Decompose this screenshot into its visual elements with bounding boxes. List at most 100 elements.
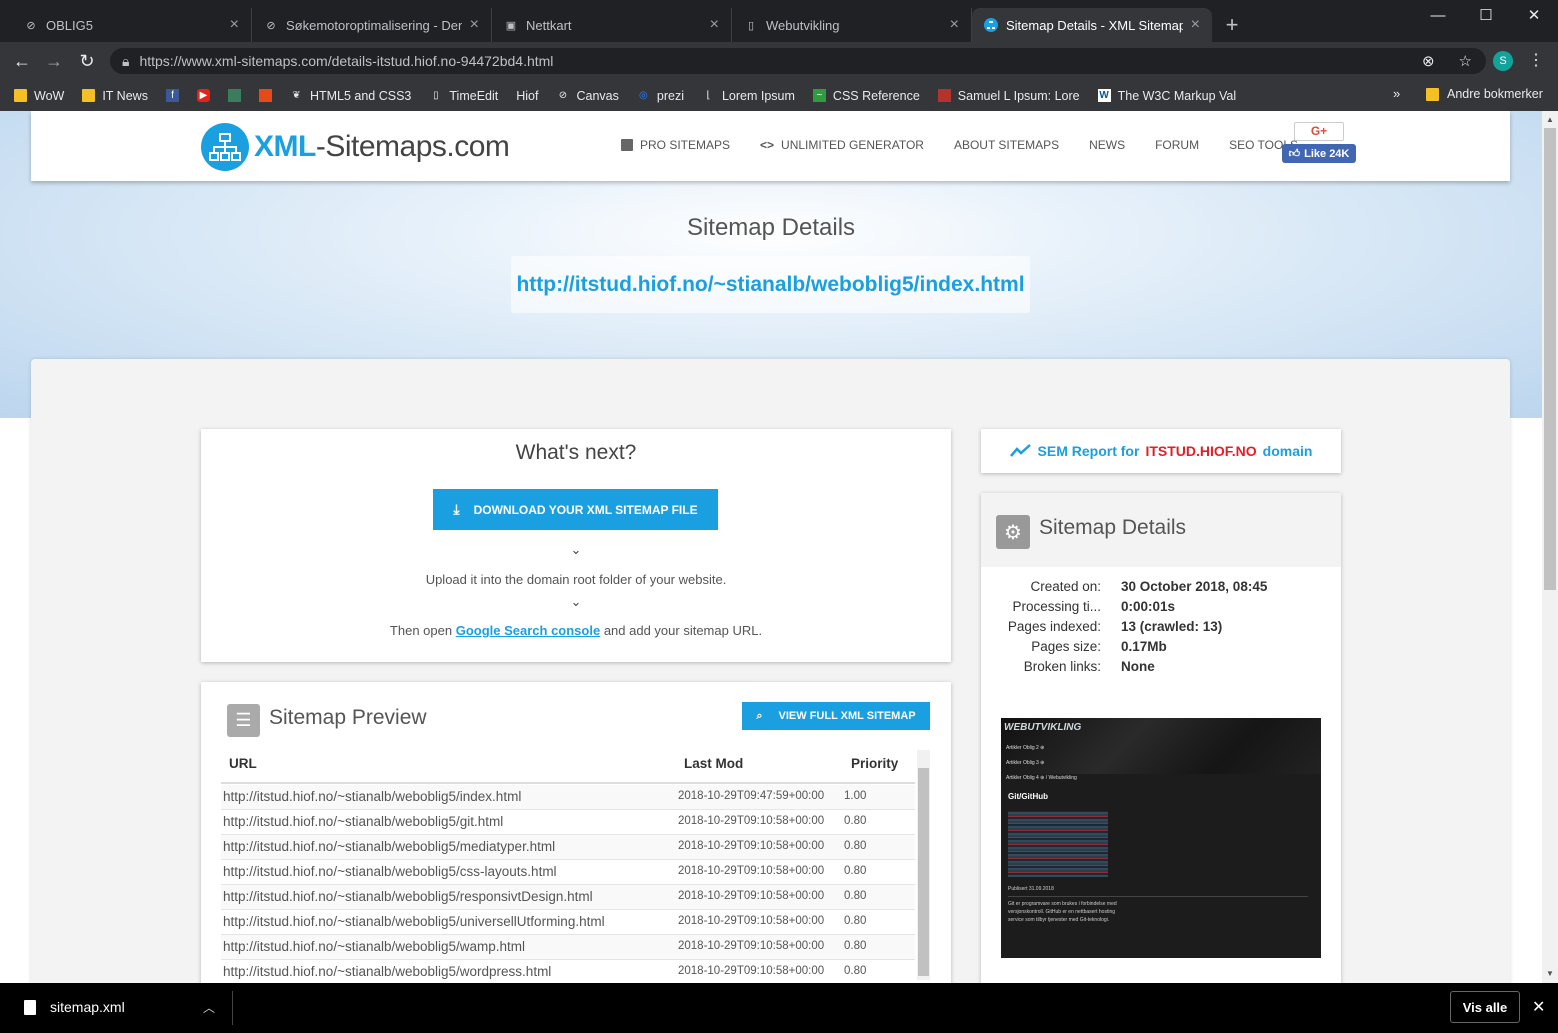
detail-value: None: [1121, 659, 1155, 674]
menu-unlimited-generator[interactable]: <> UNLIMITED GENERATOR: [760, 138, 924, 152]
url-text[interactable]: https://www.xml-sitemaps.com/details-its…: [139, 53, 1412, 69]
download-item[interactable]: sitemap.xml: [24, 999, 125, 1015]
col-lastmod[interactable]: Last Mod: [684, 756, 743, 771]
view-full-sitemap-button[interactable]: ⌕ VIEW FULL XML SITEMAP: [742, 702, 930, 730]
tab-webutvikling[interactable]: ▯ Webutvikling ×: [732, 8, 972, 42]
tab-nettkart[interactable]: ▣ Nettkart ×: [492, 8, 732, 42]
table-header: URL Last Mod Priority: [221, 754, 915, 784]
close-tab-icon[interactable]: ×: [230, 16, 239, 34]
download-button-label: DOWNLOAD YOUR XML SITEMAP FILE: [473, 502, 698, 517]
suitcase-icon: ▣: [505, 19, 517, 32]
thumbnail-menu-item: Artikler Oblig 3 ⊕: [1006, 760, 1045, 766]
whats-next-title: What's next?: [515, 441, 637, 464]
bookmark-w3c[interactable]: W The W3C Markup Val: [1097, 89, 1236, 103]
menu-news[interactable]: NEWS: [1089, 138, 1125, 152]
bookmark-youtube[interactable]: ▶: [196, 89, 210, 102]
prezi-icon: ◎: [639, 90, 648, 101]
w3c-icon: W: [1097, 89, 1111, 102]
cell-priority: 0.80: [844, 865, 867, 877]
site-settings-icon[interactable]: ⊗: [1422, 52, 1435, 70]
scroll-down-icon[interactable]: ▼: [1546, 969, 1554, 978]
forward-arrow-icon[interactable]: →: [42, 49, 66, 73]
browser-toolbar: ← → ↻ 🔒︎ https://www.xml-sitemaps.com/de…: [0, 42, 1558, 80]
bookmark-office[interactable]: [258, 89, 272, 102]
cell-priority: 0.80: [844, 890, 867, 902]
menu-forum[interactable]: FORUM: [1155, 138, 1199, 152]
facebook-like-button[interactable]: 👍︎ Like 24K: [1282, 144, 1356, 163]
tab-sokemotor[interactable]: ⊘ Søkemotoroptimalisering - Denn ×: [252, 8, 492, 42]
detail-key: Pages indexed:: [1007, 619, 1101, 634]
bookmark-hiof[interactable]: Hiof: [516, 89, 538, 103]
table-scrollbar[interactable]: [917, 750, 930, 980]
bookmark-star-icon[interactable]: ☆: [1459, 52, 1472, 70]
bookmark-lorem[interactable]: ⌊ Lorem Ipsum: [702, 89, 795, 103]
page-scrollbar[interactable]: ▲ ▼: [1542, 111, 1558, 983]
detail-key: Created on:: [1030, 579, 1101, 594]
table-scrollbar-thumb[interactable]: [918, 768, 929, 976]
profile-avatar[interactable]: S: [1493, 51, 1513, 71]
logo-text: XML-Sitemaps.com: [254, 130, 510, 164]
cell-url: http://itstud.hiof.no/~stianalb/weboblig…: [223, 964, 552, 979]
address-bar[interactable]: 🔒︎ https://www.xml-sitemaps.com/details-…: [110, 48, 1486, 74]
close-window-button[interactable]: ✕: [1510, 0, 1558, 30]
table-row: http://itstud.hiof.no/~stianalb/weboblig…: [221, 885, 915, 910]
bookmark-canvas[interactable]: ⊘ Canvas: [556, 89, 619, 103]
thumbs-up-icon: 👍︎: [1288, 148, 1301, 160]
detail-key: Processing ti...: [1012, 599, 1101, 614]
cell-url: http://itstud.hiof.no/~stianalb/weboblig…: [223, 839, 556, 854]
back-arrow-icon[interactable]: ←: [10, 49, 34, 73]
minimize-button[interactable]: —: [1414, 0, 1462, 30]
more-menu-icon[interactable]: ⋮: [1528, 50, 1544, 70]
maximize-button[interactable]: ☐: [1462, 0, 1510, 30]
show-all-downloads-button[interactable]: Vis alle: [1450, 991, 1520, 1023]
gitlab-icon: ⊘: [26, 19, 36, 32]
cell-lastmod: 2018-10-29T09:10:58+00:00: [678, 865, 825, 877]
close-icon[interactable]: ✕: [1532, 997, 1545, 1017]
chevron-down-icon: ⌄: [570, 542, 582, 557]
bookmark-prezi[interactable]: ◎ prezi: [637, 89, 684, 103]
tab-oblig5[interactable]: ⊘ OBLIG5 ×: [12, 8, 252, 42]
sem-report-link[interactable]: SEM Report for ITSTUD.HIOF.NO domain: [981, 429, 1341, 473]
bookmark-wow[interactable]: WoW: [14, 89, 64, 103]
cell-lastmod: 2018-10-29T09:10:58+00:00: [678, 965, 825, 977]
col-priority[interactable]: Priority: [851, 756, 898, 771]
col-url[interactable]: URL: [229, 756, 257, 771]
document-icon: ▯: [433, 90, 439, 101]
close-tab-icon[interactable]: ×: [710, 16, 719, 34]
google-plus-button[interactable]: G+: [1294, 122, 1344, 141]
sitemap-url-link[interactable]: http://itstud.hiof.no/~stianalb/weboblig…: [511, 256, 1030, 313]
tab-sitemap-details[interactable]: Sitemap Details - XML Sitemaps ×: [972, 8, 1212, 42]
bookmark-map[interactable]: [227, 89, 241, 102]
google-search-console-link[interactable]: Google Search console: [456, 623, 601, 638]
download-sitemap-button[interactable]: ⤓ DOWNLOAD YOUR XML SITEMAP FILE: [433, 489, 718, 530]
close-tab-icon[interactable]: ×: [470, 16, 479, 34]
new-tab-button[interactable]: +: [1212, 8, 1252, 42]
cell-priority: 0.80: [844, 965, 867, 977]
menu-pro-sitemaps[interactable]: PRO SITEMAPS: [621, 138, 730, 152]
detail-key: Pages size:: [1031, 639, 1101, 654]
menu-about-sitemaps[interactable]: ABOUT SITEMAPS: [954, 138, 1059, 152]
site-logo[interactable]: XML-Sitemaps.com: [201, 123, 510, 171]
bookmark-label: Lorem Ipsum: [721, 88, 795, 103]
step-upload: Upload it into the domain root folder of…: [425, 572, 727, 587]
bookmark-timeedit[interactable]: ▯ TimeEdit: [429, 89, 498, 103]
bookmark-it-news[interactable]: IT News: [82, 89, 148, 103]
close-tab-icon[interactable]: ×: [950, 16, 959, 34]
page-scrollbar-thumb[interactable]: [1544, 128, 1556, 590]
bookmarks-overflow-button[interactable]: »: [1393, 86, 1400, 101]
site-thumbnail[interactable]: WEBUTVIKLING Artikler Oblig 2 ⊕ Artikler…: [1001, 718, 1321, 958]
office-icon: [258, 89, 272, 102]
chevron-up-icon[interactable]: ︿: [203, 999, 215, 1016]
bookmark-samuel[interactable]: Samuel L Ipsum: Lore: [937, 89, 1080, 103]
divider: [232, 991, 233, 1025]
cell-priority: 0.80: [844, 940, 867, 952]
cell-url: http://itstud.hiof.no/~stianalb/weboblig…: [223, 889, 593, 904]
bookmark-html5[interactable]: ❦ HTML5 and CSS3: [290, 89, 411, 103]
cell-url: http://itstud.hiof.no/~stianalb/weboblig…: [223, 914, 605, 929]
other-bookmarks[interactable]: Andre bokmerker: [1426, 87, 1543, 101]
bookmark-css-reference[interactable]: ~ CSS Reference: [812, 89, 920, 103]
bookmark-facebook[interactable]: f: [165, 89, 179, 102]
close-tab-icon[interactable]: ×: [1191, 16, 1200, 34]
scroll-up-icon[interactable]: ▲: [1546, 115, 1554, 124]
reload-icon[interactable]: ↻: [75, 49, 99, 73]
